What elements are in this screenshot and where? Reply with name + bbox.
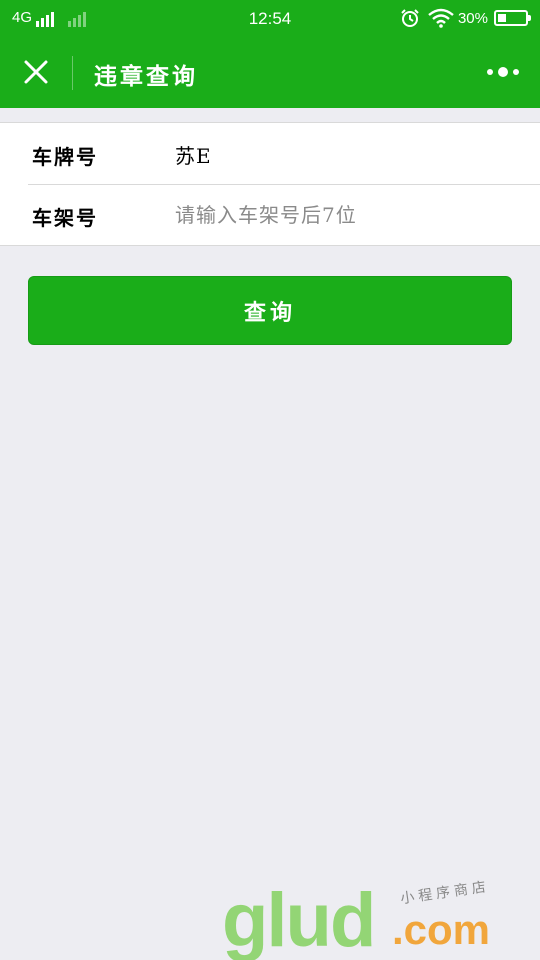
query-button[interactable]: 查询 — [28, 276, 512, 345]
watermark-logo: 小程序商店 glud .com — [222, 878, 522, 960]
plate-row: 车牌号 — [0, 123, 540, 184]
status-bar: 4G 12:54 30% — [0, 0, 540, 36]
plate-input[interactable] — [175, 133, 515, 175]
screen: 4G 12:54 30% 违章查询 车牌号 苏E 车架号 请输入车架号后7位 查… — [0, 0, 540, 960]
close-icon — [24, 60, 48, 84]
page-title: 违章查询 — [94, 63, 198, 90]
more-button[interactable] — [486, 62, 520, 82]
battery-percent: 30% — [457, 9, 488, 27]
frame-label: 车架号 — [32, 206, 98, 230]
nav-divider — [72, 56, 73, 90]
watermark-domain: .com — [392, 906, 491, 953]
watermark-subtitle: 小程序商店 — [399, 878, 491, 908]
battery-fill — [498, 14, 506, 22]
battery-icon — [494, 10, 531, 26]
more-icon — [487, 67, 519, 77]
close-button[interactable] — [18, 54, 54, 90]
alarm-icon — [401, 9, 419, 27]
nav-bar: 违章查询 — [0, 36, 540, 108]
frame-row: 车架号 — [0, 184, 540, 245]
status-right: 30% — [400, 8, 531, 28]
wifi-icon — [428, 8, 454, 28]
frame-input[interactable] — [175, 194, 515, 236]
watermark-brand: glud — [222, 878, 376, 960]
query-form: 车牌号 车架号 — [0, 122, 540, 246]
plate-label: 车牌号 — [32, 145, 98, 169]
